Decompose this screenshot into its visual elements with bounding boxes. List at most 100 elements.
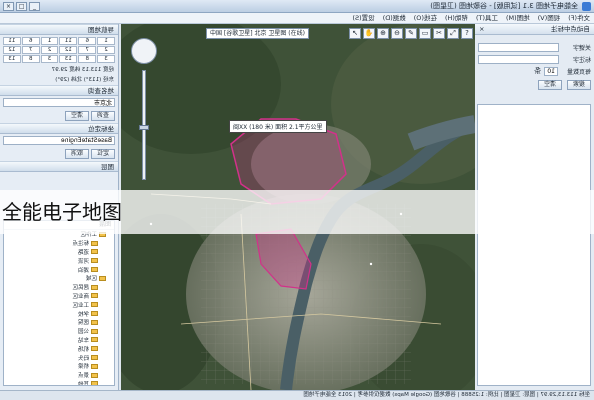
locate-button[interactable]: 定位: [90, 149, 115, 159]
layer-tree-label: 区域: [85, 276, 97, 283]
menu-map[interactable]: 地图(M): [506, 13, 530, 23]
close-button[interactable]: ×: [3, 2, 14, 11]
app-window: 全能电子地图 3.1 [试用版] - 谷歌地图 (卫星图) _ □ × 文件(F…: [0, 0, 594, 400]
zoom-in-icon[interactable]: ⊕: [377, 28, 389, 39]
folder-icon: [91, 319, 98, 325]
layer-section-header: 图层: [0, 161, 118, 172]
layer-tree-item[interactable]: 桥梁: [4, 362, 114, 371]
place-clear-button[interactable]: 清空: [64, 111, 89, 121]
menu-bar: 文件(F) 视图(V) 地图(M) 工具(T) 帮助(H) 在线(O) 数据(D…: [0, 13, 594, 24]
tag-input[interactable]: [478, 54, 559, 64]
menu-help[interactable]: 帮助(H): [445, 13, 468, 23]
count-label: 每页数量: [566, 68, 591, 76]
tag-label: 标注字: [572, 56, 591, 64]
layer-tree-item[interactable]: 河流: [4, 256, 114, 265]
fullscreen-icon[interactable]: ⤢: [447, 28, 459, 39]
menu-tools[interactable]: 工具(T): [476, 13, 498, 23]
layer-tree-label: 码头: [77, 355, 89, 362]
nav-cell[interactable]: 8: [21, 55, 40, 63]
menu-settings[interactable]: 设置(S): [352, 13, 374, 23]
layer-tree-item[interactable]: 医院: [4, 318, 114, 327]
nav-cell[interactable]: 7: [78, 46, 97, 54]
nav-cell[interactable]: 6: [78, 37, 97, 45]
nav-cell[interactable]: 12: [3, 46, 21, 54]
layer-tree-label: 医院: [77, 320, 89, 327]
search-button[interactable]: 搜索: [566, 80, 591, 90]
layer-tree-item[interactable]: 景点: [4, 371, 114, 380]
nav-cell[interactable]: 13: [59, 55, 78, 63]
folder-icon: [91, 267, 98, 273]
menu-view[interactable]: 视图(V): [538, 13, 561, 23]
keyword-label: 关键字: [572, 44, 591, 52]
layer-tree-item[interactable]: 道路: [4, 248, 114, 257]
layer-tree: 图层 工作区标注点道路河流湖泊区域居民区商业区工业区学校医院公园车站机场码头桥梁…: [3, 220, 115, 386]
nav-cell[interactable]: 8: [78, 55, 97, 63]
coord-readout: 经度 113.13 纬度 29.97: [51, 67, 114, 73]
nav-cell[interactable]: 6: [21, 37, 40, 45]
nav-section-header: 导航地图: [0, 24, 118, 35]
nav-cell[interactable]: 2: [40, 46, 59, 54]
layer-tree-item[interactable]: 标注点: [4, 239, 114, 248]
panel-close-icon[interactable]: ×: [479, 24, 484, 35]
layer-tree-item[interactable]: 学校: [4, 309, 114, 318]
nav-cell[interactable]: 13: [3, 55, 21, 63]
layer-tree-item[interactable]: 湖泊: [4, 265, 114, 274]
nav-cell[interactable]: 3: [40, 55, 59, 63]
result-list[interactable]: [477, 104, 591, 386]
zoom-out-icon[interactable]: ⊖: [391, 28, 403, 39]
pan-tool-icon[interactable]: ✋: [363, 28, 375, 39]
nav-cell[interactable]: 11: [59, 37, 78, 45]
cut-icon[interactable]: ✂: [433, 28, 445, 39]
layer-tree-item[interactable]: 区域: [4, 274, 114, 283]
layer-tree-item[interactable]: 其他: [4, 380, 114, 386]
layer-tree-label: 湖泊: [77, 267, 89, 274]
zoom-slider[interactable]: [139, 70, 149, 180]
maximize-button[interactable]: □: [16, 2, 27, 11]
help-icon[interactable]: ?: [461, 28, 473, 39]
layer-tree-item[interactable]: 机场: [4, 344, 114, 353]
nav-cell[interactable]: 7: [21, 46, 40, 54]
menu-data[interactable]: 数据(D): [383, 13, 406, 23]
draw-icon[interactable]: ✎: [405, 28, 417, 39]
status-bar: 坐标 113.13,29.97 | 图层: 卫星图 | 比例: 1:25888 …: [0, 390, 594, 400]
count-unit: 条: [534, 67, 541, 75]
rect-icon[interactable]: ▭: [419, 28, 431, 39]
keyword-input[interactable]: [478, 42, 559, 52]
layer-tree-item[interactable]: 商业区: [4, 292, 114, 301]
select-tool-icon[interactable]: ↖: [349, 28, 361, 39]
pan-control[interactable]: [131, 38, 157, 64]
nav-cell[interactable]: 12: [59, 46, 78, 54]
nav-cell[interactable]: 11: [3, 37, 21, 45]
layer-tree-label: 商业区: [72, 293, 89, 300]
nav-cell[interactable]: 3: [97, 55, 115, 63]
layer-tree-item[interactable]: 工业区: [4, 300, 114, 309]
layer-tree-item[interactable]: 码头: [4, 353, 114, 362]
zoom-knob[interactable]: [139, 125, 149, 130]
folder-icon: [91, 372, 98, 378]
nav-cell[interactable]: 1: [40, 37, 59, 45]
count-input[interactable]: [544, 66, 558, 76]
layer-tree-item[interactable]: 公园: [4, 327, 114, 336]
map-source-label: 中国 [谷歌卫星] 北京 卫星图 (在线): [206, 28, 309, 39]
folder-icon: [99, 275, 106, 281]
menu-file[interactable]: 文件(F): [568, 13, 590, 23]
minimize-button[interactable]: _: [29, 2, 40, 11]
nav-cell[interactable]: 1: [97, 37, 115, 45]
search-panel-header: 自动点中标注 ×: [475, 24, 594, 35]
layer-tree-item[interactable]: 车站: [4, 336, 114, 345]
folder-icon: [91, 381, 98, 386]
folder-icon: [91, 337, 98, 343]
clear-button[interactable]: 清空: [537, 80, 562, 90]
coord-locate-input[interactable]: [3, 136, 115, 145]
search-buttons: 搜索 清空: [475, 77, 594, 93]
menu-online[interactable]: 在线(O): [414, 13, 437, 23]
nav-grid: 1 6 11 1 6 11 2 7 12 2 7 12 3 8 13 3 8 1…: [0, 35, 118, 65]
place-search-input[interactable]: [3, 98, 115, 107]
nav-cell[interactable]: 2: [97, 46, 115, 54]
layer-tree-label: 桥梁: [77, 364, 89, 371]
layer-tree-item[interactable]: 居民区: [4, 283, 114, 292]
coord-locate-header: 坐标定位: [0, 123, 118, 134]
layer-tree-label: 景点: [77, 373, 89, 380]
locate-cancel-button[interactable]: 取消: [64, 149, 89, 159]
query-button[interactable]: 查询: [90, 111, 115, 121]
